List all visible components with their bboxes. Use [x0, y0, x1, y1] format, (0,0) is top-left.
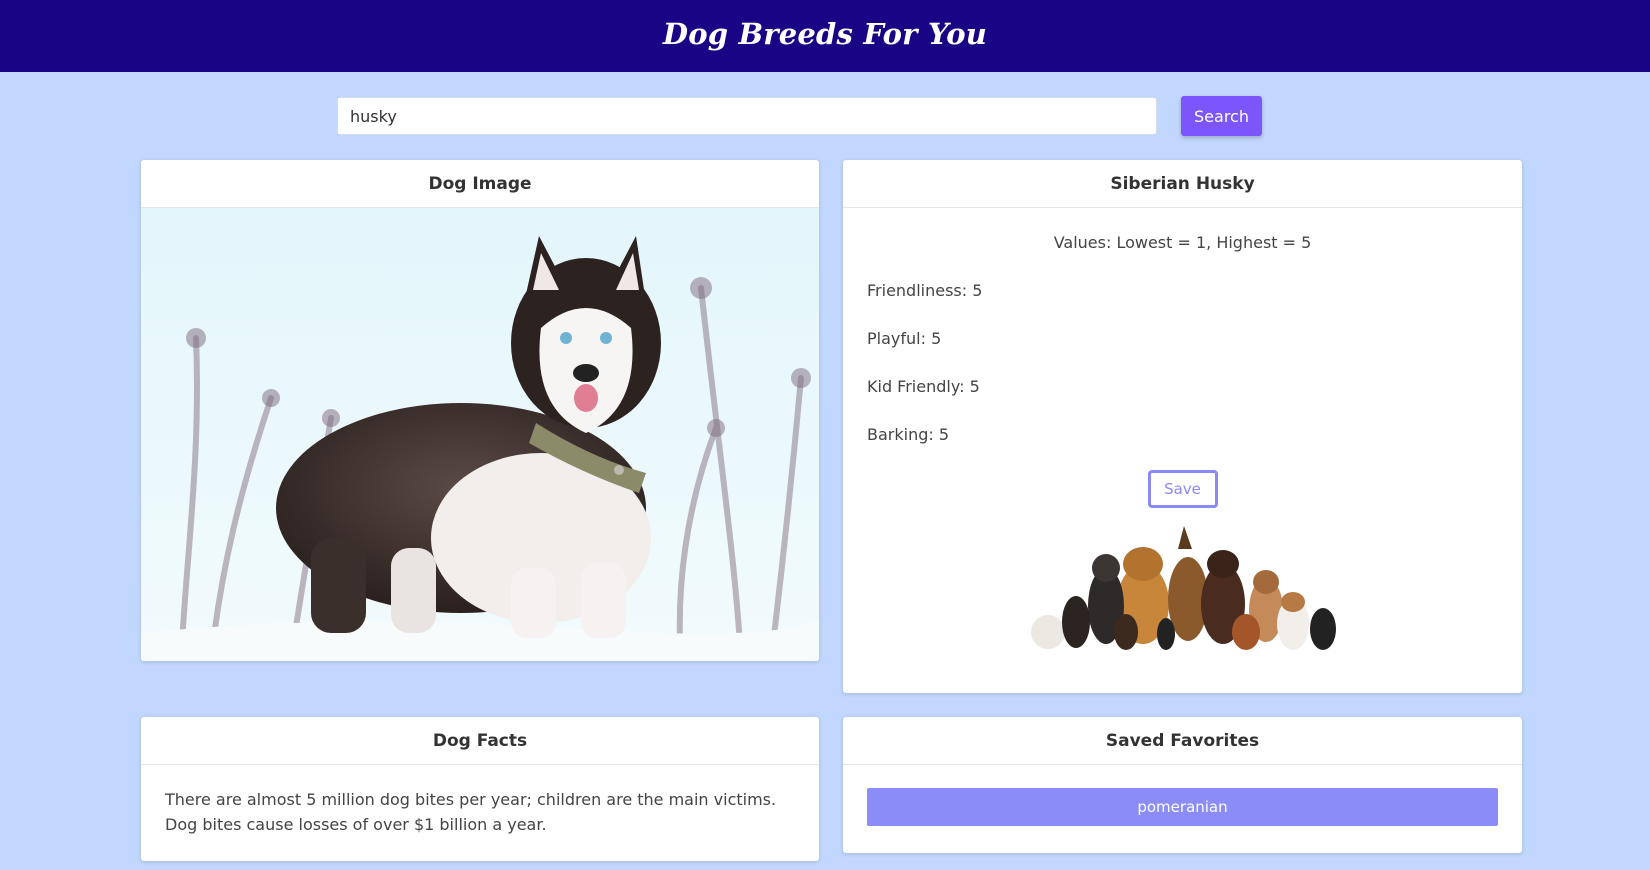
search-button[interactable]: Search [1181, 96, 1262, 136]
saved-favorites-title: Saved Favorites [843, 717, 1522, 765]
breed-info-card: Siberian Husky Values: Lowest = 1, Highe… [843, 160, 1522, 693]
dog-facts-card: Dog Facts There are almost 5 million dog… [141, 717, 819, 861]
dog-group-image [1030, 526, 1336, 650]
top-header: Dog Breeds For You [0, 0, 1650, 72]
save-wrap: Save [843, 470, 1522, 508]
dog-fact-text: There are almost 5 million dog bites per… [165, 790, 777, 834]
dog-facts-title: Dog Facts [141, 717, 819, 765]
dog-image-card: Dog Image [141, 160, 819, 661]
breed-name-title: Siberian Husky [843, 160, 1522, 208]
husky-photo [141, 208, 819, 661]
saved-favorites-card: Saved Favorites pomeranian [843, 717, 1522, 853]
save-button[interactable]: Save [1147, 470, 1218, 508]
stat-friendliness: Friendliness: 5 [867, 281, 983, 300]
dog-image-card-title: Dog Image [141, 160, 819, 208]
favorite-item-pomeranian[interactable]: pomeranian [867, 788, 1498, 826]
stat-barking: Barking: 5 [867, 425, 950, 444]
stat-playful: Playful: 5 [867, 329, 942, 348]
app-title: Dog Breeds For You [662, 17, 988, 51]
search-input[interactable] [337, 97, 1157, 135]
values-scale-note: Values: Lowest = 1, Highest = 5 [1053, 233, 1312, 252]
stat-kid-friendly: Kid Friendly: 5 [867, 377, 980, 396]
